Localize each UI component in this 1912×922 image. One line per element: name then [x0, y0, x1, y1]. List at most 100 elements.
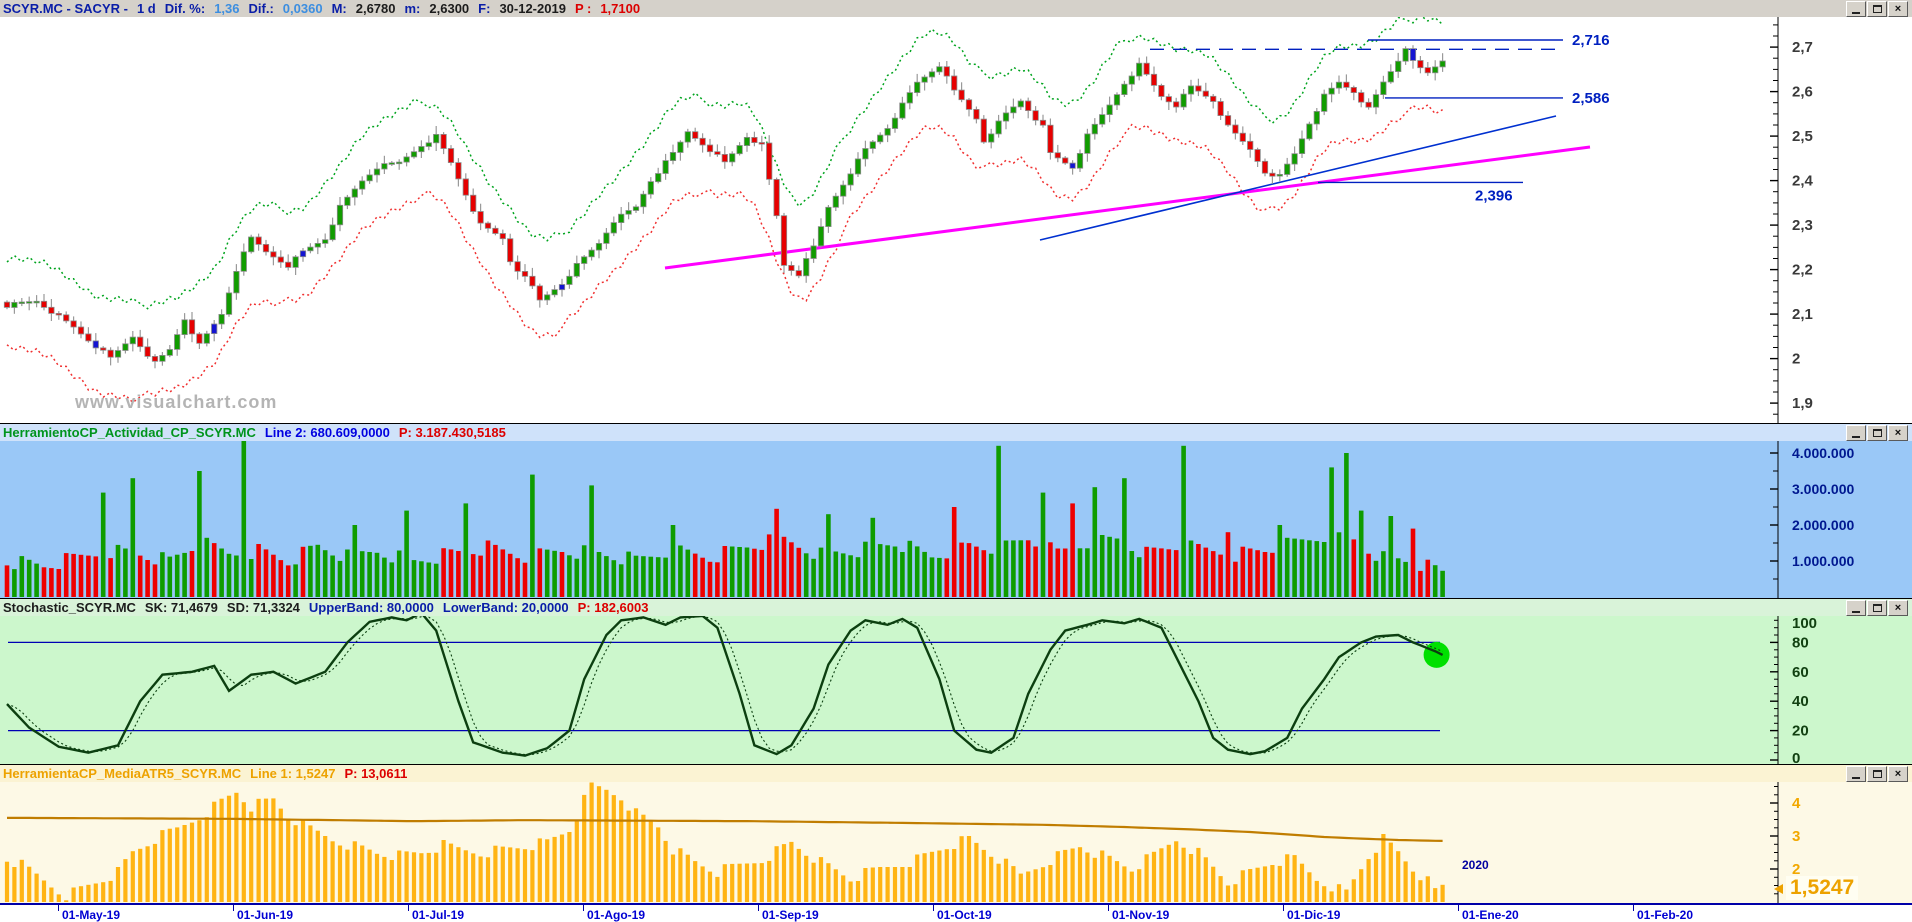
year-boundary-label: 2020 — [1462, 858, 1489, 872]
price-header-text: Dif. %: — [164, 1, 206, 16]
price-level-label: 2,396 — [1475, 187, 1513, 204]
month-tick — [583, 905, 584, 911]
minimize-button[interactable] — [1846, 1, 1866, 17]
minimize-icon — [1852, 11, 1860, 14]
stochastic-axis-label: 100 — [1792, 615, 1817, 632]
stochastic-header-text: UpperBand: 80,0000 — [308, 600, 434, 615]
price-header-text: 0,0360 — [282, 1, 323, 16]
price-header-text: F: — [478, 1, 491, 16]
stochastic-axis-label: 80 — [1792, 634, 1809, 651]
panel-atr[interactable]: 432 HerramientaCP_MediaATR5_SCYR.MC Line … — [0, 765, 1912, 903]
price-axis-label: 2,3 — [1792, 217, 1813, 234]
maximize-icon — [1872, 604, 1882, 612]
stochastic-header-text: SD: 71,3324 — [226, 600, 300, 615]
price-chart-canvas[interactable]: 2,716 2,586 2,396 2,7 2,6 2,5 2,4 2,3 2,2 2,1 2 1,9 — [0, 0, 1912, 423]
atr-panel-header: HerramientaCP_MediaATR5_SCYR.MC Line 1: 1… — [0, 765, 1912, 782]
month-label: 01-Sep-19 — [762, 908, 819, 922]
month-tick — [1633, 905, 1634, 911]
price-axis-label: 2,4 — [1792, 173, 1814, 190]
visualchart-watermark: www.visualchart.com — [75, 392, 278, 412]
stochastic-header-text: P: 182,6003 — [577, 600, 649, 615]
atr-axis-label: 3 — [1792, 828, 1800, 845]
price-axis-label: 2 — [1792, 351, 1800, 368]
atr-axis-label: 4 — [1792, 795, 1801, 812]
month-label: 01-Feb-20 — [1637, 908, 1694, 922]
price-level-label: 2,716 — [1572, 32, 1610, 49]
close-button[interactable]: × — [1888, 600, 1908, 616]
volume-chart-canvas[interactable]: 4.000.000 3.000.000 2.000.000 1.000.000 — [0, 424, 1912, 598]
atr-current-value: 1,5247 — [1786, 876, 1859, 900]
stochastic-header-text: Stochastic_SCYR.MC — [3, 600, 136, 615]
minimize-button[interactable] — [1846, 766, 1866, 782]
minimize-icon — [1852, 776, 1860, 779]
month-tick — [1283, 905, 1284, 911]
visual-chart-workspace: 2,716 2,586 2,396 2,7 2,6 2,5 2,4 2,3 2,2 2,1 2 1,9… — [0, 0, 1912, 922]
month-label: 01-Nov-19 — [1112, 908, 1170, 922]
maximize-button[interactable] — [1867, 1, 1887, 17]
minimize-icon — [1852, 435, 1860, 438]
stochastic-axis-label: 20 — [1792, 723, 1809, 740]
maximize-icon — [1872, 429, 1882, 437]
close-icon: × — [1894, 768, 1902, 780]
month-tick — [933, 905, 934, 911]
price-header-text: SCYR.MC - SACYR - — [3, 1, 128, 16]
atr-header-text: HerramientaCP_MediaATR5_SCYR.MC — [3, 766, 242, 781]
price-header-text: 30-12-2019 — [499, 1, 566, 16]
panel-stochastic[interactable]: 100 80 60 40 20 0 Stochastic_SCYR.MC SK: 71,46… — [0, 599, 1912, 765]
price-window-controls: × — [1846, 1, 1908, 17]
price-axis-label: 2,5 — [1792, 128, 1813, 145]
month-tick — [1108, 905, 1109, 911]
volume-panel-header: HerramientoCP_Actividad_CP_SCYR.MC Line 2… — [0, 424, 1912, 441]
month-tick — [233, 905, 234, 911]
volume-axis-label: 2.000.000 — [1792, 517, 1854, 533]
stochastic-header-text: LowerBand: 20,0000 — [442, 600, 569, 615]
close-button[interactable]: × — [1888, 425, 1908, 441]
close-icon: × — [1894, 3, 1902, 15]
month-label: 01-Ene-20 — [1462, 908, 1519, 922]
price-header-text: Dif.: — [248, 1, 274, 16]
close-button[interactable]: × — [1888, 1, 1908, 17]
maximize-icon — [1872, 5, 1882, 13]
close-button[interactable]: × — [1888, 766, 1908, 782]
price-axis-label: 2,6 — [1792, 84, 1813, 101]
month-label: 01-Dic-19 — [1287, 908, 1341, 922]
panel-price[interactable]: 2,716 2,586 2,396 2,7 2,6 2,5 2,4 2,3 2,2 2,1 2 1,9… — [0, 0, 1912, 424]
month-tick — [1458, 905, 1459, 911]
atr-chart-canvas[interactable]: 432 — [0, 765, 1912, 903]
month-label: 01-Oct-19 — [937, 908, 992, 922]
month-tick — [58, 905, 59, 911]
minimize-button[interactable] — [1846, 425, 1866, 441]
stochastic-header-text: SK: 71,4679 — [144, 600, 218, 615]
stochastic-panel-header: Stochastic_SCYR.MC SK: 71,4679 SD: 71,3324… — [0, 599, 1912, 616]
atr-header-text: Line 1: 1,5247 — [250, 766, 336, 781]
price-header-text: 1,7100 — [600, 1, 641, 16]
stochastic-axis-label: 60 — [1792, 664, 1809, 681]
close-icon: × — [1894, 602, 1902, 614]
month-label: 01-Ago-19 — [587, 908, 646, 922]
stochastic-window-controls: × — [1846, 600, 1908, 616]
month-label: 01-Jun-19 — [237, 908, 294, 922]
maximize-button[interactable] — [1867, 766, 1887, 782]
minimize-button[interactable] — [1846, 600, 1866, 616]
volume-axis-label: 3.000.000 — [1792, 481, 1854, 497]
price-header-text: M: — [331, 1, 347, 16]
month-label: 01-May-19 — [62, 908, 121, 922]
maximize-button[interactable] — [1867, 425, 1887, 441]
volume-header-text: P: 3.187.430,5185 — [398, 425, 506, 440]
price-header-text: 1 d — [136, 1, 156, 16]
maximize-button[interactable] — [1867, 600, 1887, 616]
atr-current-value-arrow-icon — [1774, 884, 1783, 894]
time-axis[interactable]: 01-May-19 01-Jun-19 01-Jul-19 01-Ago-19 01-S… — [0, 903, 1912, 922]
stochastic-chart-canvas[interactable]: 100 80 60 40 20 0 — [0, 599, 1912, 764]
volume-window-controls: × — [1846, 425, 1908, 441]
volume-axis-label: 4.000.000 — [1792, 445, 1854, 461]
minimize-icon — [1852, 610, 1860, 613]
volume-header-text: Line 2: 680.609,0000 — [264, 425, 390, 440]
price-axis-label: 2,7 — [1792, 39, 1813, 56]
close-icon: × — [1894, 427, 1902, 439]
price-header-text: P : — [574, 1, 592, 16]
price-header-text: 1,36 — [214, 1, 240, 16]
price-axis-label: 2,1 — [1792, 306, 1813, 323]
price-axis-label: 2,2 — [1792, 262, 1813, 279]
panel-volume[interactable]: 4.000.000 3.000.000 2.000.000 1.000.000 Her… — [0, 424, 1912, 599]
